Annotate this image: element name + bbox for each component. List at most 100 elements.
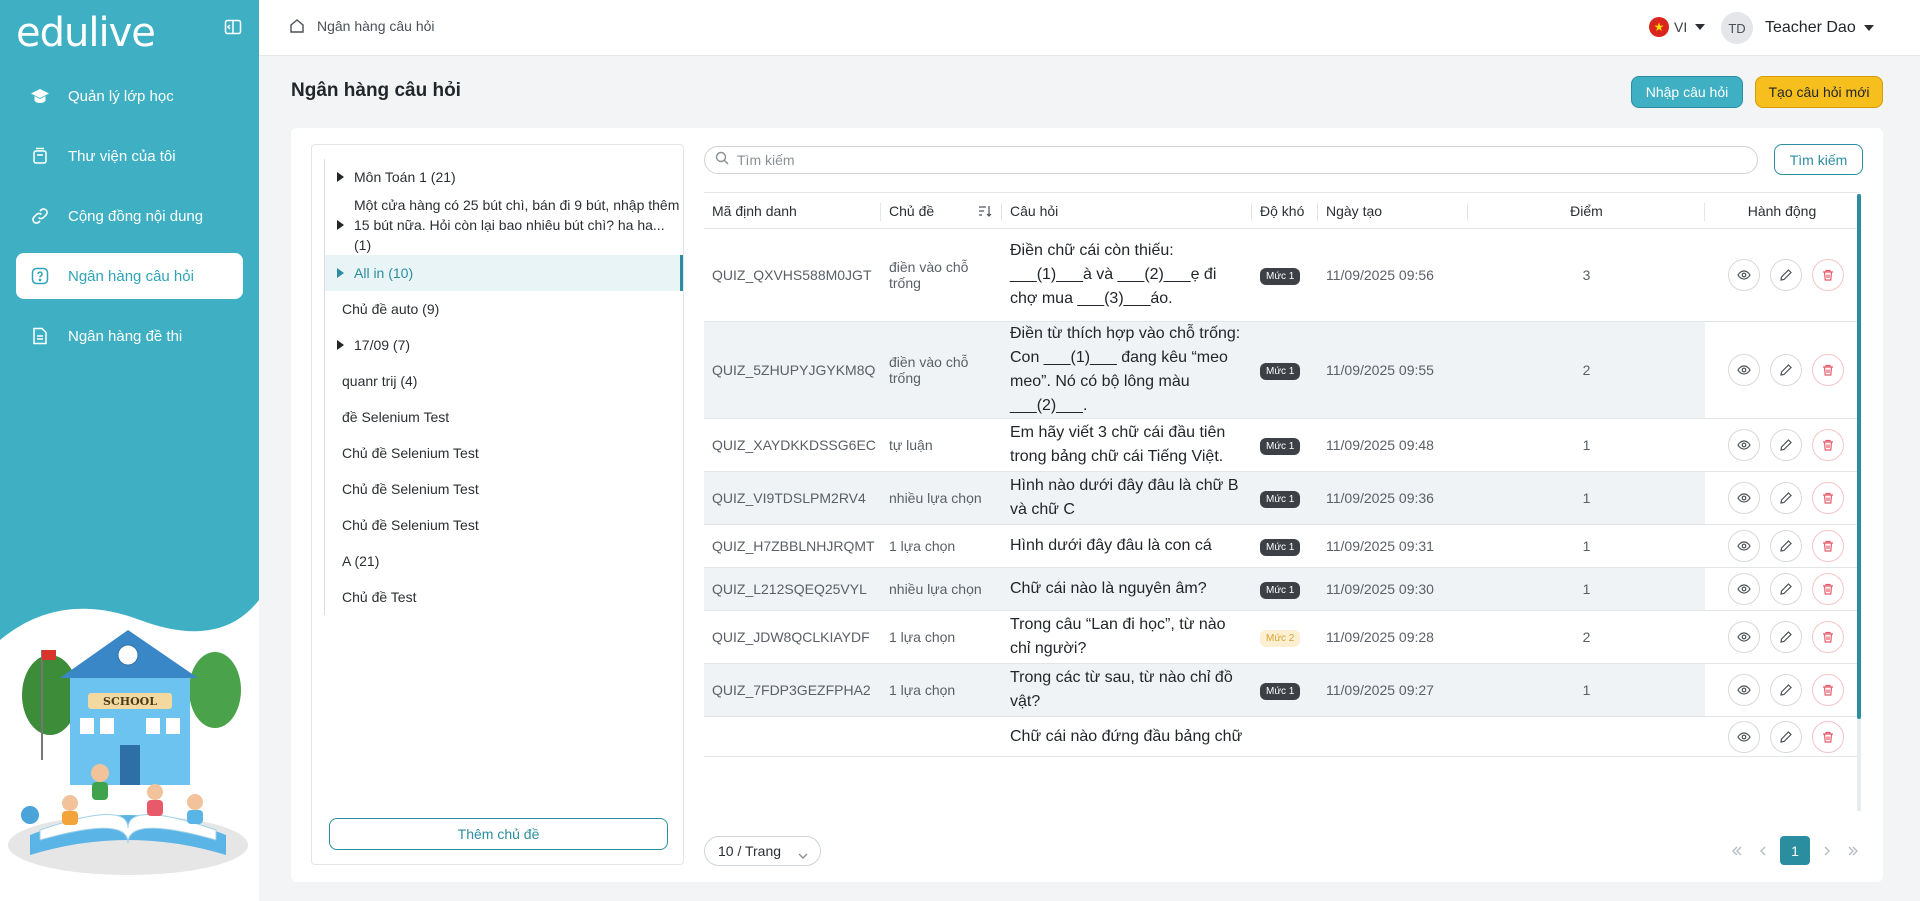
table-row[interactable]: QUIZ_JDW8QCLKIAYDF 1 lựa chọn Trong câu “L…: [704, 610, 1859, 664]
tree-item[interactable]: Môn Toán 1 (21): [325, 159, 683, 195]
edit-icon[interactable]: [1770, 259, 1802, 291]
delete-icon[interactable]: [1812, 354, 1844, 386]
delete-icon[interactable]: [1812, 573, 1844, 605]
edit-icon[interactable]: [1770, 621, 1802, 653]
column-header-created[interactable]: Ngày tạo: [1318, 192, 1468, 229]
view-icon[interactable]: [1728, 429, 1760, 461]
tree-item[interactable]: đề Selenium Test: [325, 399, 683, 435]
view-icon[interactable]: [1728, 674, 1760, 706]
delete-icon[interactable]: [1812, 621, 1844, 653]
sidebar-item-my-library[interactable]: Thư viện của tôi: [16, 133, 243, 179]
tree-item[interactable]: A (21): [325, 543, 683, 579]
cell-difficulty: Mức 1: [1252, 471, 1318, 525]
cell-difficulty: Mức 1: [1252, 663, 1318, 717]
edit-icon[interactable]: [1770, 530, 1802, 562]
language-selector[interactable]: ★ VI: [1649, 17, 1706, 37]
table-row[interactable]: Chữ cái nào đứng đầu bảng chữ: [704, 716, 1859, 757]
edit-icon[interactable]: [1770, 573, 1802, 605]
column-header-label: Độ khó: [1260, 202, 1305, 219]
table-row[interactable]: QUIZ_L212SQEQ25VYL nhiều lựa chọn Chữ cái …: [704, 567, 1859, 611]
view-icon[interactable]: [1728, 482, 1760, 514]
column-header-label: Điểm: [1570, 202, 1603, 219]
edit-icon[interactable]: [1770, 482, 1802, 514]
sidebar-item-class-management[interactable]: Quản lý lớp học: [16, 73, 243, 119]
sidebar-item-content-community[interactable]: Cộng đồng nội dung: [16, 193, 243, 239]
collapse-sidebar-icon[interactable]: [224, 18, 242, 36]
delete-icon[interactable]: [1812, 429, 1844, 461]
cell-created: 11/09/2025 09:56: [1318, 228, 1468, 322]
tree-item[interactable]: Chủ đề Selenium Test: [325, 471, 683, 507]
view-icon[interactable]: [1728, 573, 1760, 605]
expand-arrow-icon[interactable]: [337, 268, 344, 278]
edulive-logo[interactable]: edulive: [16, 10, 156, 56]
school-illustration: SCHOOL: [0, 560, 259, 901]
tree-item[interactable]: Chủ đề Selenium Test: [325, 507, 683, 543]
table-row[interactable]: QUIZ_VI9TDSLPM2RV4 nhiều lựa chọn Hình nào…: [704, 471, 1859, 525]
last-page-icon[interactable]: [1844, 842, 1862, 860]
next-page-icon[interactable]: [1818, 842, 1836, 860]
column-header-question[interactable]: Câu hỏi: [1002, 192, 1252, 229]
view-icon[interactable]: [1728, 259, 1760, 291]
tree-item-selected[interactable]: All in (10): [325, 255, 683, 291]
table-row[interactable]: QUIZ_XAYDKKDSSG6EC tự luận Em hãy viết 3 c…: [704, 418, 1859, 472]
edit-icon[interactable]: [1770, 429, 1802, 461]
page-size-select[interactable]: 10 / Trang: [704, 836, 821, 866]
breadcrumb-current[interactable]: Ngân hàng câu hỏi: [317, 18, 435, 34]
tree-item-label: Chủ đề Selenium Test: [342, 445, 479, 461]
link-icon: [30, 206, 50, 226]
expand-arrow-icon[interactable]: [337, 340, 344, 350]
tree-item[interactable]: Chủ đề Selenium Test: [325, 435, 683, 471]
edit-icon[interactable]: [1770, 354, 1802, 386]
cell-topic: nhiều lựa chọn: [881, 471, 1002, 525]
view-icon[interactable]: [1728, 720, 1760, 753]
table-row[interactable]: QUIZ_7FDP3GEZFPHA2 1 lựa chọn Trong các từ…: [704, 663, 1859, 717]
column-header-id[interactable]: Mã định danh: [704, 192, 881, 229]
column-header-difficulty[interactable]: Độ khó: [1252, 192, 1318, 229]
tree-item[interactable]: 17/09 (7): [325, 327, 683, 363]
add-topic-button[interactable]: Thêm chủ đề: [329, 818, 668, 850]
search-input[interactable]: [737, 152, 1737, 168]
delete-icon[interactable]: [1812, 530, 1844, 562]
table-row[interactable]: QUIZ_H7ZBBLNHJRQMT 1 lựa chọn Hình dưới đâ…: [704, 524, 1859, 568]
tree-item[interactable]: quanr trij (4): [325, 363, 683, 399]
import-questions-button[interactable]: Nhập câu hỏi: [1631, 76, 1743, 108]
create-question-button[interactable]: Tạo câu hỏi mới: [1755, 76, 1883, 108]
expand-arrow-icon[interactable]: [337, 172, 344, 182]
vietnam-flag-icon: ★: [1649, 17, 1669, 37]
view-icon[interactable]: [1728, 530, 1760, 562]
tree-item[interactable]: Chủ đề Test: [325, 579, 683, 615]
table-scrollbar[interactable]: [1857, 194, 1861, 811]
sidebar-item-question-bank[interactable]: Ngân hàng câu hỏi: [16, 253, 243, 299]
column-header-score[interactable]: Điểm: [1468, 192, 1705, 229]
edit-icon[interactable]: [1770, 720, 1802, 753]
tree-item[interactable]: Chủ đề auto (9): [325, 291, 683, 327]
user-menu[interactable]: TD Teacher Dao: [1721, 12, 1874, 44]
scrollbar-thumb[interactable]: [1857, 194, 1861, 719]
sidebar-item-exam-bank[interactable]: Ngân hàng đề thi: [16, 313, 243, 359]
edit-icon[interactable]: [1770, 674, 1802, 706]
view-icon[interactable]: [1728, 354, 1760, 386]
cell-question: Trong câu “Lan đi học”, từ nào chỉ người…: [1002, 610, 1252, 664]
home-icon[interactable]: [289, 18, 305, 34]
first-page-icon[interactable]: [1728, 842, 1746, 860]
sidebar-item-label: Thư viện của tôi: [68, 147, 176, 165]
column-header-topic[interactable]: Chủ đề: [881, 192, 1002, 229]
table-row[interactable]: QUIZ_QXVHS588M0JGT điền vào chỗ trống Điền…: [704, 228, 1859, 322]
tree-item[interactable]: Một cửa hàng có 25 bút chì, bán đi 9 bút…: [325, 195, 683, 255]
page-number-current[interactable]: 1: [1780, 836, 1810, 865]
delete-icon[interactable]: [1812, 674, 1844, 706]
search-button[interactable]: Tìm kiếm: [1774, 144, 1863, 175]
table-row[interactable]: QUIZ_5ZHUPYJGYKM8Q điền vào chỗ trống Điền…: [704, 321, 1859, 419]
question-icon: [30, 266, 50, 286]
expand-arrow-icon[interactable]: [337, 220, 344, 230]
cell-topic: 1 lựa chọn: [881, 610, 1002, 664]
delete-icon[interactable]: [1812, 720, 1844, 753]
avatar: TD: [1721, 12, 1753, 44]
view-icon[interactable]: [1728, 621, 1760, 653]
delete-icon[interactable]: [1812, 482, 1844, 514]
page-title: Ngân hàng câu hỏi: [291, 80, 461, 101]
sidebar-nav: Quản lý lớp học Thư viện của tôi Cộng đồ…: [16, 73, 243, 373]
prev-page-icon[interactable]: [1754, 842, 1772, 860]
delete-icon[interactable]: [1812, 259, 1844, 291]
sort-icon[interactable]: [978, 204, 992, 221]
